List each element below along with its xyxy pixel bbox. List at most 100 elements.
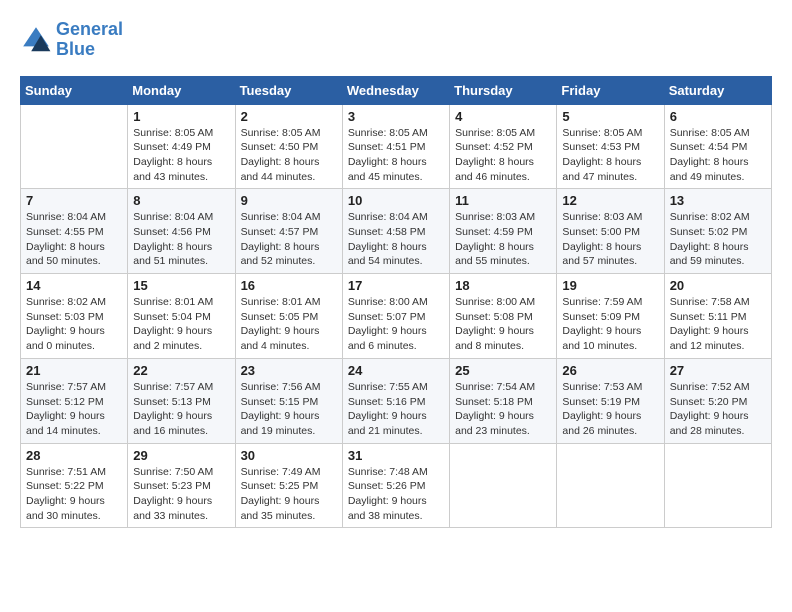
page-header: General Blue — [20, 20, 772, 60]
day-info: Sunrise: 8:04 AMSunset: 4:58 PMDaylight:… — [348, 210, 444, 269]
day-info: Sunrise: 8:05 AMSunset: 4:50 PMDaylight:… — [241, 126, 337, 185]
day-number: 6 — [670, 109, 766, 124]
day-info: Sunrise: 7:58 AMSunset: 5:11 PMDaylight:… — [670, 295, 766, 354]
day-info: Sunrise: 8:03 AMSunset: 5:00 PMDaylight:… — [562, 210, 658, 269]
calendar-week-4: 21 Sunrise: 7:57 AMSunset: 5:12 PMDayligh… — [21, 358, 772, 443]
calendar-cell — [450, 443, 557, 528]
calendar-cell: 3 Sunrise: 8:05 AMSunset: 4:51 PMDaylight… — [342, 104, 449, 189]
calendar-cell: 31 Sunrise: 7:48 AMSunset: 5:26 PMDayligh… — [342, 443, 449, 528]
calendar-cell: 24 Sunrise: 7:55 AMSunset: 5:16 PMDayligh… — [342, 358, 449, 443]
day-info: Sunrise: 8:01 AMSunset: 5:05 PMDaylight:… — [241, 295, 337, 354]
day-number: 27 — [670, 363, 766, 378]
day-number: 13 — [670, 193, 766, 208]
calendar-cell: 30 Sunrise: 7:49 AMSunset: 5:25 PMDayligh… — [235, 443, 342, 528]
logo-text: General Blue — [56, 20, 123, 60]
day-number: 4 — [455, 109, 551, 124]
calendar-cell: 14Sunrise: 8:02 AMSunset: 5:03 PMDayligh… — [21, 274, 128, 359]
day-info: Sunrise: 8:04 AMSunset: 4:57 PMDaylight:… — [241, 210, 337, 269]
calendar-cell: 22Sunrise: 7:57 AMSunset: 5:13 PMDayligh… — [128, 358, 235, 443]
calendar-cell: 28Sunrise: 7:51 AMSunset: 5:22 PMDayligh… — [21, 443, 128, 528]
day-number: 21 — [26, 363, 122, 378]
day-info: Sunrise: 8:05 AMSunset: 4:51 PMDaylight:… — [348, 126, 444, 185]
day-info: Sunrise: 8:02 AMSunset: 5:03 PMDaylight:… — [26, 295, 122, 354]
logo-icon — [20, 24, 52, 56]
calendar-cell: 18Sunrise: 8:00 AMSunset: 5:08 PMDayligh… — [450, 274, 557, 359]
calendar-cell: 6 Sunrise: 8:05 AMSunset: 4:54 PMDaylight… — [664, 104, 771, 189]
calendar-cell: 2 Sunrise: 8:05 AMSunset: 4:50 PMDaylight… — [235, 104, 342, 189]
calendar-cell — [664, 443, 771, 528]
day-info: Sunrise: 8:05 AMSunset: 4:49 PMDaylight:… — [133, 126, 229, 185]
day-number: 31 — [348, 448, 444, 463]
calendar-cell: 13 Sunrise: 8:02 AMSunset: 5:02 PMDayligh… — [664, 189, 771, 274]
day-number: 11 — [455, 193, 551, 208]
day-number: 1 — [133, 109, 229, 124]
calendar-cell: 21 Sunrise: 7:57 AMSunset: 5:12 PMDayligh… — [21, 358, 128, 443]
day-number: 10 — [348, 193, 444, 208]
weekday-header-friday: Friday — [557, 76, 664, 104]
day-info: Sunrise: 8:00 AMSunset: 5:08 PMDaylight:… — [455, 295, 551, 354]
day-number: 8 — [133, 193, 229, 208]
day-number: 9 — [241, 193, 337, 208]
day-info: Sunrise: 8:00 AMSunset: 5:07 PMDaylight:… — [348, 295, 444, 354]
day-info: Sunrise: 7:48 AMSunset: 5:26 PMDaylight:… — [348, 465, 444, 524]
calendar-cell: 5Sunrise: 8:05 AMSunset: 4:53 PMDaylight… — [557, 104, 664, 189]
calendar-cell: 19 Sunrise: 7:59 AMSunset: 5:09 PMDayligh… — [557, 274, 664, 359]
calendar-body: 1 Sunrise: 8:05 AMSunset: 4:49 PMDaylight… — [21, 104, 772, 528]
day-number: 7 — [26, 193, 122, 208]
calendar-cell: 11Sunrise: 8:03 AMSunset: 4:59 PMDayligh… — [450, 189, 557, 274]
weekday-header-monday: Monday — [128, 76, 235, 104]
calendar-week-1: 1 Sunrise: 8:05 AMSunset: 4:49 PMDaylight… — [21, 104, 772, 189]
calendar-cell: 8Sunrise: 8:04 AMSunset: 4:56 PMDaylight… — [128, 189, 235, 274]
day-info: Sunrise: 7:57 AMSunset: 5:13 PMDaylight:… — [133, 380, 229, 439]
calendar-cell: 7Sunrise: 8:04 AMSunset: 4:55 PMDaylight… — [21, 189, 128, 274]
calendar-cell: 17 Sunrise: 8:00 AMSunset: 5:07 PMDayligh… — [342, 274, 449, 359]
weekday-header-thursday: Thursday — [450, 76, 557, 104]
day-info: Sunrise: 7:50 AMSunset: 5:23 PMDaylight:… — [133, 465, 229, 524]
weekday-header-saturday: Saturday — [664, 76, 771, 104]
calendar-cell: 16Sunrise: 8:01 AMSunset: 5:05 PMDayligh… — [235, 274, 342, 359]
day-number: 3 — [348, 109, 444, 124]
calendar-cell: 27 Sunrise: 7:52 AMSunset: 5:20 PMDayligh… — [664, 358, 771, 443]
calendar-cell: 4 Sunrise: 8:05 AMSunset: 4:52 PMDaylight… — [450, 104, 557, 189]
day-info: Sunrise: 8:02 AMSunset: 5:02 PMDaylight:… — [670, 210, 766, 269]
day-number: 5 — [562, 109, 658, 124]
calendar-cell: 26Sunrise: 7:53 AMSunset: 5:19 PMDayligh… — [557, 358, 664, 443]
day-info: Sunrise: 8:05 AMSunset: 4:52 PMDaylight:… — [455, 126, 551, 185]
calendar-cell — [21, 104, 128, 189]
calendar-cell: 25 Sunrise: 7:54 AMSunset: 5:18 PMDayligh… — [450, 358, 557, 443]
day-info: Sunrise: 7:52 AMSunset: 5:20 PMDaylight:… — [670, 380, 766, 439]
weekday-header-tuesday: Tuesday — [235, 76, 342, 104]
day-number: 12 — [562, 193, 658, 208]
calendar-table: SundayMondayTuesdayWednesdayThursdayFrid… — [20, 76, 772, 529]
day-info: Sunrise: 7:53 AMSunset: 5:19 PMDaylight:… — [562, 380, 658, 439]
day-info: Sunrise: 7:55 AMSunset: 5:16 PMDaylight:… — [348, 380, 444, 439]
day-info: Sunrise: 7:57 AMSunset: 5:12 PMDaylight:… — [26, 380, 122, 439]
calendar-cell: 1 Sunrise: 8:05 AMSunset: 4:49 PMDaylight… — [128, 104, 235, 189]
calendar-cell: 12 Sunrise: 8:03 AMSunset: 5:00 PMDayligh… — [557, 189, 664, 274]
day-number: 30 — [241, 448, 337, 463]
day-info: Sunrise: 7:56 AMSunset: 5:15 PMDaylight:… — [241, 380, 337, 439]
day-number: 25 — [455, 363, 551, 378]
day-number: 20 — [670, 278, 766, 293]
day-info: Sunrise: 7:59 AMSunset: 5:09 PMDaylight:… — [562, 295, 658, 354]
day-info: Sunrise: 7:49 AMSunset: 5:25 PMDaylight:… — [241, 465, 337, 524]
calendar-cell: 23Sunrise: 7:56 AMSunset: 5:15 PMDayligh… — [235, 358, 342, 443]
day-number: 24 — [348, 363, 444, 378]
calendar-header: SundayMondayTuesdayWednesdayThursdayFrid… — [21, 76, 772, 104]
calendar-cell — [557, 443, 664, 528]
day-info: Sunrise: 8:05 AMSunset: 4:54 PMDaylight:… — [670, 126, 766, 185]
calendar-cell: 15 Sunrise: 8:01 AMSunset: 5:04 PMDayligh… — [128, 274, 235, 359]
day-number: 2 — [241, 109, 337, 124]
calendar-cell: 20 Sunrise: 7:58 AMSunset: 5:11 PMDayligh… — [664, 274, 771, 359]
day-number: 19 — [562, 278, 658, 293]
calendar-cell: 29Sunrise: 7:50 AMSunset: 5:23 PMDayligh… — [128, 443, 235, 528]
weekday-header-wednesday: Wednesday — [342, 76, 449, 104]
weekday-row: SundayMondayTuesdayWednesdayThursdayFrid… — [21, 76, 772, 104]
day-number: 28 — [26, 448, 122, 463]
day-info: Sunrise: 8:01 AMSunset: 5:04 PMDaylight:… — [133, 295, 229, 354]
calendar-week-2: 7Sunrise: 8:04 AMSunset: 4:55 PMDaylight… — [21, 189, 772, 274]
calendar-cell: 9 Sunrise: 8:04 AMSunset: 4:57 PMDaylight… — [235, 189, 342, 274]
day-number: 17 — [348, 278, 444, 293]
day-number: 15 — [133, 278, 229, 293]
day-info: Sunrise: 7:54 AMSunset: 5:18 PMDaylight:… — [455, 380, 551, 439]
